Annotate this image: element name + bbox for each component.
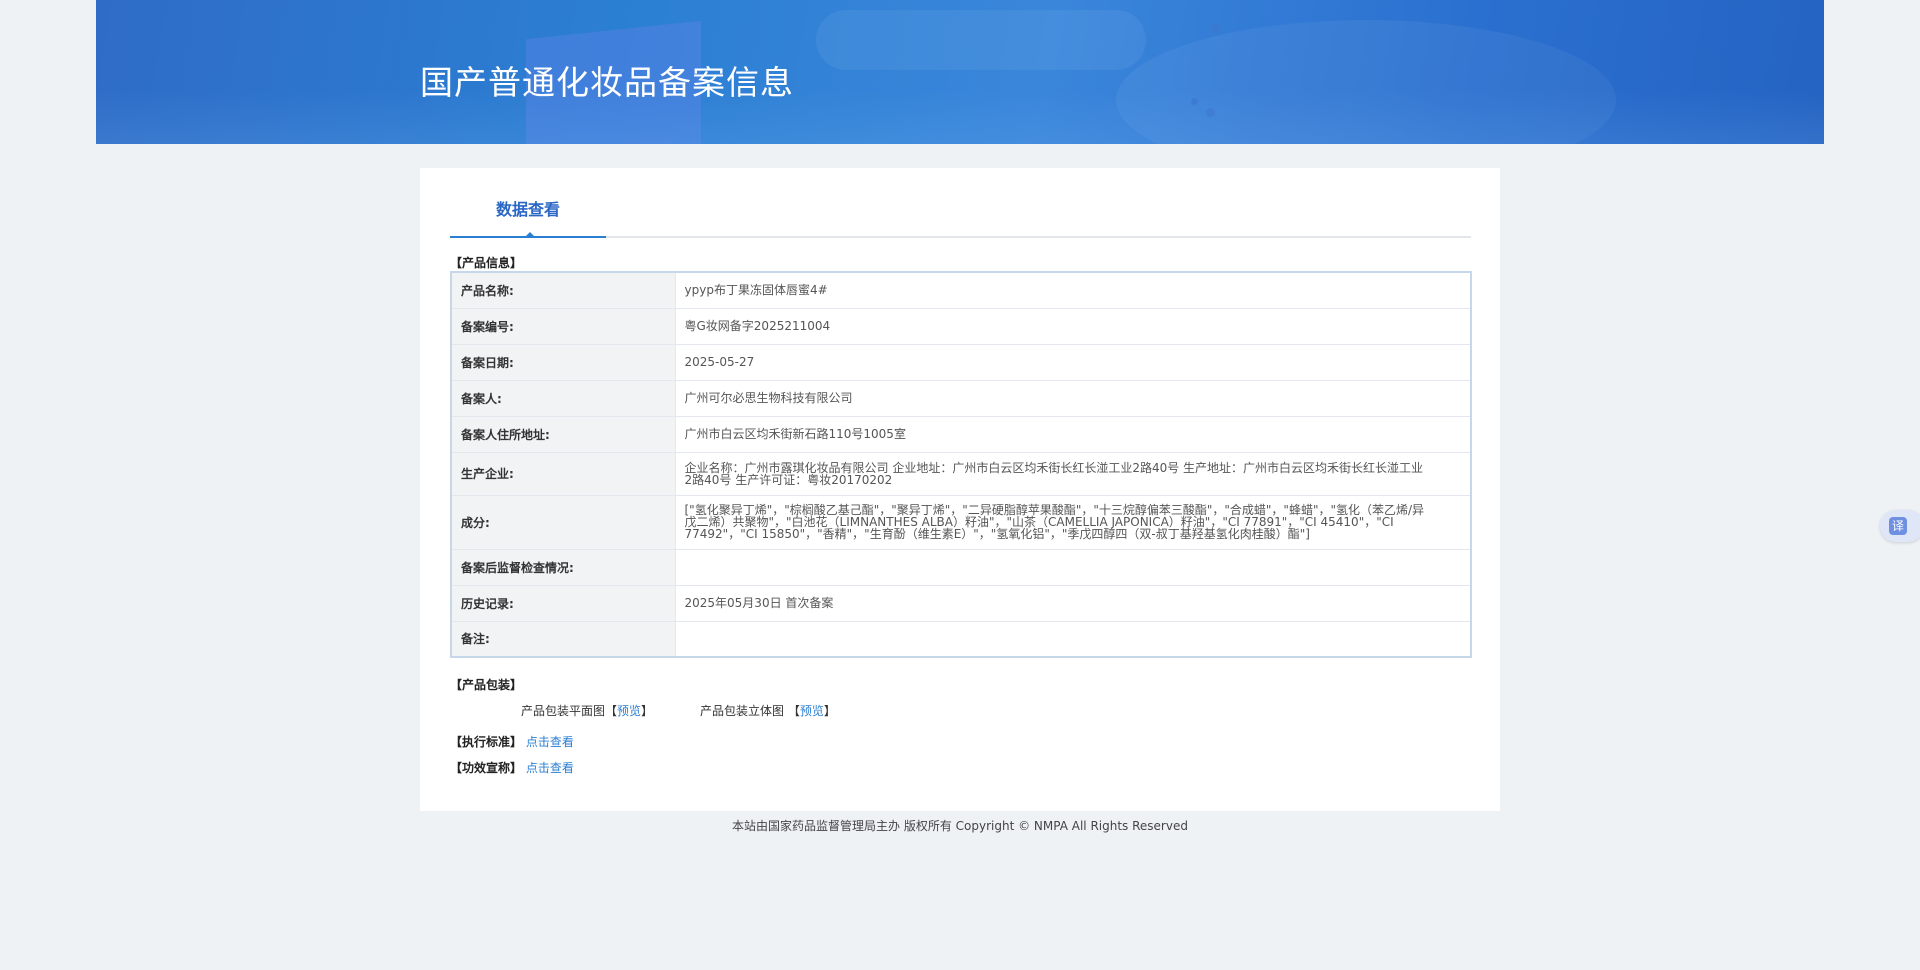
field-label: 成分: [451, 495, 676, 550]
table-row: 产品名称: ypyp布丁果冻固体唇蜜4# [451, 272, 1471, 309]
packaging-solid: 产品包装立体图 【预览】 [700, 702, 836, 719]
field-label: 备案日期: [451, 344, 676, 381]
field-value: 2025年05月30日 首次备案 [675, 585, 1471, 622]
table-row: 备案人住所地址: 广州市白云区均禾街新石路110号1005室 [451, 416, 1471, 453]
packaging-title: 【产品包装】 [450, 678, 523, 692]
product-info-title: 【产品信息】 [450, 256, 523, 270]
field-label: 备注: [451, 621, 676, 658]
packaging-flat: 产品包装平面图【预览】 [521, 702, 653, 719]
field-value: 广州可尔必思生物科技有限公司 [675, 380, 1471, 417]
table-row: 备案日期: 2025-05-27 [451, 344, 1471, 381]
translate-icon: 译 [1889, 517, 1907, 535]
efficacy-label: 【功效宣称】 [450, 761, 523, 775]
standard-row: 【执行标准】 点击查看 [450, 733, 574, 750]
table-row: 备案后监督检查情况: [451, 549, 1471, 586]
packaging-solid-label: 产品包装立体图 [700, 704, 785, 718]
field-label: 备案人住所地址: [451, 416, 676, 453]
page-title: 国产普通化妆品备案信息 [420, 63, 794, 102]
banner-decoration [816, 10, 1146, 70]
tab-label: 数据查看 [495, 200, 560, 219]
efficacy-row: 【功效宣称】 点击查看 [450, 759, 574, 776]
tab-data-view[interactable]: 数据查看 [450, 188, 606, 238]
field-label: 备案编号: [451, 308, 676, 345]
product-info-table: 产品名称: ypyp布丁果冻固体唇蜜4# 备案编号: 粤G妆网备字2025211… [450, 271, 1472, 658]
standard-label: 【执行标准】 [450, 735, 523, 749]
bracket: 】 [823, 704, 836, 718]
tab-active-indicator [524, 232, 536, 238]
field-value: 2025-05-27 [675, 344, 1471, 381]
field-label: 产品名称: [451, 272, 676, 309]
bracket: 【 [787, 704, 800, 718]
standard-view-link[interactable]: 点击查看 [526, 735, 574, 749]
table-row: 备案人: 广州可尔必思生物科技有限公司 [451, 380, 1471, 417]
banner-dot [1211, 24, 1220, 33]
field-label: 备案人: [451, 380, 676, 417]
solid-preview-link[interactable]: 预览 [800, 704, 824, 718]
bracket: 】 [641, 704, 654, 718]
content-card: 数据查看 【产品信息】 产品名称: ypyp布丁果冻固体唇蜜4# 备案编号: 粤… [420, 168, 1500, 811]
table-row: 备案编号: 粤G妆网备字2025211004 [451, 308, 1471, 345]
table-row: 生产企业: 企业名称：广州市露琪化妆品有限公司 企业地址：广州市白云区均禾街长红… [451, 452, 1471, 496]
header-banner [96, 0, 1824, 144]
field-value: 企业名称：广州市露琪化妆品有限公司 企业地址：广州市白云区均禾街长红长湴工业2路… [675, 452, 1471, 496]
field-label: 历史记录: [451, 585, 676, 622]
field-value [675, 549, 1471, 586]
field-value: 粤G妆网备字2025211004 [675, 308, 1471, 345]
efficacy-view-link[interactable]: 点击查看 [526, 761, 574, 775]
field-value: ["氢化聚异丁烯"，"棕榈酸乙基己酯"，"聚异丁烯"，"二异硬脂醇苹果酸酯"，"… [675, 495, 1471, 550]
field-value: ypyp布丁果冻固体唇蜜4# [675, 272, 1471, 309]
flat-preview-link[interactable]: 预览 [617, 704, 641, 718]
field-value: 广州市白云区均禾街新石路110号1005室 [675, 416, 1471, 453]
table-row: 成分: ["氢化聚异丁烯"，"棕榈酸乙基己酯"，"聚异丁烯"，"二异硬脂醇苹果酸… [451, 495, 1471, 550]
banner-wave [96, 90, 1824, 144]
packaging-flat-label: 产品包装平面图 [521, 704, 606, 718]
table-row: 备注: [451, 621, 1471, 658]
field-label: 备案后监督检查情况: [451, 549, 676, 586]
bracket: 【 [605, 704, 618, 718]
table-row: 历史记录: 2025年05月30日 首次备案 [451, 585, 1471, 622]
footer-copyright: 本站由国家药品监督管理局主办 版权所有 Copyright © NMPA All… [732, 819, 1188, 833]
translate-button[interactable]: 译 [1880, 510, 1920, 542]
field-value [675, 621, 1471, 658]
field-label: 生产企业: [451, 452, 676, 496]
tab-bar: 数据查看 [450, 188, 1471, 238]
